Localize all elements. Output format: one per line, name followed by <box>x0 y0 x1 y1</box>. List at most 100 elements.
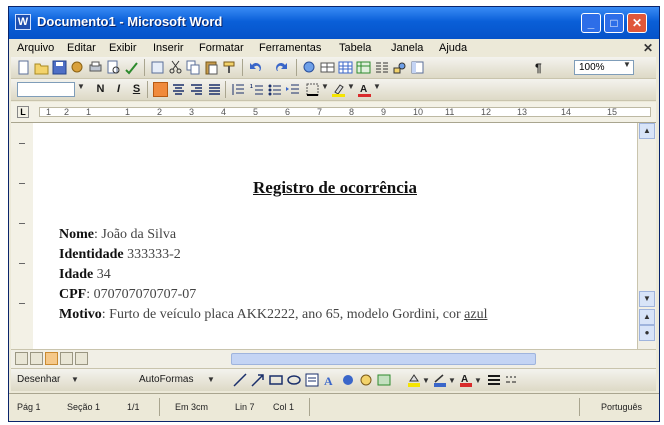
menu-exibir[interactable]: Exibir <box>109 42 137 54</box>
document-page[interactable]: Registro de ocorrência Nome: João da Sil… <box>33 123 637 349</box>
print-preview-icon[interactable] <box>106 60 121 75</box>
spelling-icon[interactable] <box>124 60 139 75</box>
drawing-toggle-icon[interactable] <box>392 60 407 75</box>
normal-view-icon[interactable] <box>15 352 28 365</box>
numbering-icon[interactable]: 1 <box>249 82 264 97</box>
style-select[interactable] <box>17 82 75 97</box>
font-color-icon[interactable]: A <box>357 82 372 97</box>
redo-icon[interactable] <box>274 60 289 75</box>
document-map-icon[interactable] <box>410 60 425 75</box>
horizontal-ruler: L 1 2 1 1 2 3 4 5 6 7 8 9 10 11 12 13 14… <box>11 102 656 123</box>
tables-borders-icon[interactable] <box>320 60 335 75</box>
draw-dropdown-icon[interactable]: ▼ <box>71 375 79 384</box>
permission-icon[interactable] <box>70 60 85 75</box>
copy-icon[interactable] <box>186 60 201 75</box>
zoom-dropdown-icon[interactable]: ▼ <box>623 60 631 69</box>
increase-indent-icon[interactable] <box>285 82 300 97</box>
dash-style-icon[interactable] <box>505 373 519 387</box>
menu-bar: Arquivo Editar Exibir Inserir Formatar F… <box>9 39 659 57</box>
arrow-tool-icon[interactable] <box>251 373 265 387</box>
font-color-dropdown-icon[interactable]: ▼ <box>373 82 381 91</box>
save-icon[interactable] <box>52 60 67 75</box>
print-layout-view-icon[interactable] <box>45 352 58 365</box>
bold-button[interactable]: N <box>93 82 108 97</box>
menu-tabela[interactable]: Tabela <box>339 42 371 54</box>
drawing-toolbar: Desenhar ▼ AutoFormas ▼ A ▼ ▼ A ▼ <box>11 368 656 391</box>
menu-editar[interactable]: Editar <box>67 42 96 54</box>
previous-page-icon[interactable]: ▲ <box>639 309 655 325</box>
cut-icon[interactable] <box>168 60 183 75</box>
close-button[interactable]: ✕ <box>627 13 647 33</box>
vertical-scrollbar[interactable]: ▲ ▼ ▲ ● <box>637 123 656 349</box>
wordart-tool-icon[interactable]: A <box>323 373 337 387</box>
line-style-icon[interactable] <box>487 373 501 387</box>
undo-icon[interactable] <box>248 60 263 75</box>
new-document-icon[interactable] <box>16 60 31 75</box>
web-layout-view-icon[interactable] <box>30 352 43 365</box>
horizontal-scroll-thumb[interactable] <box>231 353 536 365</box>
align-center-icon[interactable] <box>171 82 186 97</box>
italic-button[interactable]: I <box>111 82 126 97</box>
scroll-up-icon[interactable]: ▲ <box>639 123 655 139</box>
menu-ajuda[interactable]: Ajuda <box>439 42 467 54</box>
clip-art-tool-icon[interactable] <box>359 373 373 387</box>
columns-icon[interactable] <box>374 60 389 75</box>
minimize-button[interactable]: _ <box>581 13 601 33</box>
print-icon[interactable] <box>88 60 103 75</box>
horizontal-scrollbar[interactable] <box>11 349 656 368</box>
menu-ferramentas[interactable]: Ferramentas <box>259 42 321 54</box>
oval-tool-icon[interactable] <box>287 373 301 387</box>
line-color-dropdown-icon[interactable]: ▼ <box>448 376 456 385</box>
ruler-number: 10 <box>413 107 424 117</box>
window-title: Documento1 - Microsoft Word <box>37 14 223 29</box>
format-painter-icon[interactable] <box>222 60 237 75</box>
fill-color-icon[interactable] <box>407 373 421 387</box>
line-spacing-icon[interactable] <box>231 82 246 97</box>
menu-inserir[interactable]: Inserir <box>153 42 184 54</box>
align-left-button[interactable] <box>153 82 168 97</box>
autoshapes-menu[interactable]: AutoFormas <box>139 374 193 385</box>
align-right-icon[interactable] <box>189 82 204 97</box>
borders-icon[interactable] <box>305 82 320 97</box>
highlight-icon[interactable] <box>331 82 346 97</box>
line-color-icon[interactable] <box>433 373 447 387</box>
show-hide-formatting-icon[interactable]: ¶ <box>532 60 547 75</box>
diagram-tool-icon[interactable] <box>341 373 355 387</box>
ruler-number: 12 <box>481 107 492 117</box>
ruler-strip[interactable]: 1 2 1 1 2 3 4 5 6 7 8 9 10 11 12 13 14 1… <box>39 107 651 117</box>
bullets-icon[interactable] <box>267 82 282 97</box>
hyperlink-icon[interactable] <box>302 60 317 75</box>
insert-picture-icon[interactable] <box>377 373 391 387</box>
style-dropdown-icon[interactable]: ▼ <box>77 82 85 91</box>
ruler-number: 11 <box>445 107 455 117</box>
insert-table-icon[interactable] <box>338 60 353 75</box>
field-value: 34 <box>93 267 111 282</box>
menu-janela[interactable]: Janela <box>391 42 423 54</box>
fill-color-dropdown-icon[interactable]: ▼ <box>422 376 430 385</box>
insert-excel-icon[interactable] <box>356 60 371 75</box>
menu-formatar[interactable]: Formatar <box>199 42 244 54</box>
justify-icon[interactable] <box>207 82 222 97</box>
title-bar[interactable]: W Documento1 - Microsoft Word _ □ ✕ <box>9 7 659 39</box>
line-tool-icon[interactable] <box>233 373 247 387</box>
tab-selector[interactable]: L <box>17 106 29 118</box>
browse-object-icon[interactable]: ● <box>639 325 655 341</box>
paste-icon[interactable] <box>204 60 219 75</box>
open-folder-icon[interactable] <box>34 60 49 75</box>
borders-dropdown-icon[interactable]: ▼ <box>321 82 329 91</box>
draw-menu[interactable]: Desenhar <box>17 374 60 385</box>
document-close-icon[interactable]: ✕ <box>643 41 653 55</box>
research-icon[interactable] <box>150 60 165 75</box>
autoshapes-dropdown-icon[interactable]: ▼ <box>207 375 215 384</box>
rectangle-tool-icon[interactable] <box>269 373 283 387</box>
text-box-tool-icon[interactable] <box>305 373 319 387</box>
underline-button[interactable]: S <box>129 82 144 97</box>
maximize-button[interactable]: □ <box>604 13 624 33</box>
reading-layout-view-icon[interactable] <box>60 352 73 365</box>
outline-view-icon[interactable] <box>75 352 88 365</box>
scroll-down-icon[interactable]: ▼ <box>639 291 655 307</box>
draw-font-color-icon[interactable]: A <box>459 373 473 387</box>
highlight-dropdown-icon[interactable]: ▼ <box>347 82 355 91</box>
menu-arquivo[interactable]: Arquivo <box>17 42 54 54</box>
draw-font-color-dropdown-icon[interactable]: ▼ <box>474 376 482 385</box>
